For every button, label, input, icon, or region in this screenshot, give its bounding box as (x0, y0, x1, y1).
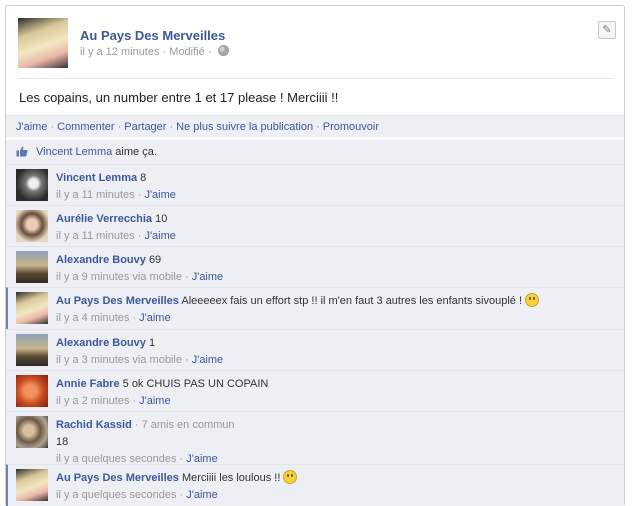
post-text: Les copains, un number entre 1 et 17 ple… (19, 90, 339, 105)
comment-like-link[interactable]: J'aime (144, 189, 175, 201)
comment-author-link[interactable]: Vincent Lemma (56, 172, 137, 184)
comment-like-link[interactable]: J'aime (139, 312, 170, 324)
comment-like-link[interactable]: J'aime (186, 489, 217, 501)
commenter-avatar[interactable] (16, 334, 48, 366)
comment-item: Annie Fabre 5 ok CHUIS PAS UN COPAIN il … (6, 370, 624, 411)
comment-text: 18 (56, 436, 69, 448)
comment-item: Au Pays Des Merveilles Aleeeeex fais un … (6, 287, 624, 329)
comment-item: Alexandre Bouvy 69 il y a 9 minutes via … (6, 246, 624, 287)
post-actions: J'aime · Commenter · Partager · Ne plus suivre… (6, 115, 624, 137)
comment-like-link[interactable]: J'aime (144, 230, 175, 242)
likes-summary: Vincent Lemma aime ça. (6, 140, 624, 164)
header-divider (18, 78, 614, 79)
comment-author-link[interactable]: Annie Fabre (56, 378, 120, 390)
comment-author-link[interactable]: Rachid Kassid (56, 419, 132, 431)
commenter-avatar[interactable] (16, 375, 48, 407)
likes-suffix: aime ça. (115, 146, 157, 158)
post-time[interactable]: il y a 12 minutes (80, 46, 159, 58)
comment-item: Aurélie Verrecchia 10 il y a 11 minutes … (6, 205, 624, 246)
pencil-icon: ✎ (602, 24, 612, 36)
comment-like-link[interactable]: J'aime (192, 271, 223, 283)
comment-author-link[interactable]: Alexandre Bouvy (56, 337, 146, 349)
comment-text: Aleeeeex fais un effort stp !! il m'en f… (181, 295, 523, 307)
comment-text: Merciiii les loulous !! (181, 472, 281, 484)
edit-post-button[interactable]: ✎ (598, 21, 616, 39)
comment-time: il y a quelques secondes · (56, 489, 187, 501)
smiley-icon (525, 293, 540, 307)
comment-item: Alexandre Bouvy 1 il y a 3 minutes via m… (6, 329, 624, 370)
comment-time: il y a 2 minutes · (56, 395, 140, 407)
comment-item: Au Pays Des Merveilles Merciiii les loul… (6, 464, 624, 506)
comment-time: il y a 9 minutes via mobile · (56, 271, 192, 283)
commenter-avatar[interactable] (16, 169, 48, 201)
comment-item: Rachid Kassid · 7 amis en commun 18 il y… (6, 411, 624, 465)
smiley-icon (283, 470, 298, 484)
comment-text: 8 (140, 172, 147, 184)
thumbs-up-icon (16, 146, 28, 157)
comment-text: 1 (148, 337, 156, 349)
comment-item: Vincent Lemma 8 il y a 11 minutes · J'ai… (6, 164, 624, 205)
comment-like-link[interactable]: J'aime (139, 395, 170, 407)
like-action[interactable]: J'aime (16, 121, 47, 133)
liker-name-link[interactable]: Vincent Lemma (36, 146, 112, 158)
comment-author-link[interactable]: Aurélie Verrecchia (56, 213, 152, 225)
page-avatar[interactable] (18, 18, 68, 68)
comment-author-link[interactable]: Alexandre Bouvy (56, 254, 146, 266)
comment-text: 5 ok CHUIS PAS UN COPAIN (122, 378, 269, 390)
comment-like-link[interactable]: J'aime (192, 354, 223, 366)
share-action[interactable]: Partager (124, 121, 166, 133)
commenter-avatar[interactable] (16, 292, 48, 324)
page-name-link[interactable]: Au Pays Des Merveilles (80, 28, 225, 43)
commenter-avatar[interactable] (16, 416, 48, 448)
commenter-avatar[interactable] (16, 469, 48, 501)
comment-time: il y a 11 minutes · (56, 230, 145, 242)
promote-action[interactable]: Promouvoir (323, 121, 379, 133)
commenter-avatar[interactable] (16, 210, 48, 242)
comment-text: 10 (155, 213, 168, 225)
post-header: Au Pays Des Merveilles il y a 12 minutes… (18, 18, 618, 78)
comment-time: il y a 3 minutes via mobile · (56, 354, 192, 366)
unfollow-action[interactable]: Ne plus suivre la publication (176, 121, 313, 133)
post-card: Au Pays Des Merveilles il y a 12 minutes… (5, 5, 625, 506)
comment-text: 69 (148, 254, 162, 266)
comment-time: il y a 4 minutes · (56, 312, 140, 324)
commenter-avatar[interactable] (16, 251, 48, 283)
post-meta: il y a 12 minutes · Modifié · (80, 45, 229, 58)
comment-author-link[interactable]: Au Pays Des Merveilles (56, 472, 179, 484)
comment-author-link[interactable]: Au Pays Des Merveilles (56, 295, 179, 307)
post-modified[interactable]: Modifié (169, 46, 204, 58)
mutual-friends-link[interactable]: · 7 amis en commun (132, 419, 235, 431)
comment-action[interactable]: Commenter (57, 121, 114, 133)
comment-time: il y a 11 minutes · (56, 189, 145, 201)
globe-icon[interactable] (217, 45, 229, 56)
